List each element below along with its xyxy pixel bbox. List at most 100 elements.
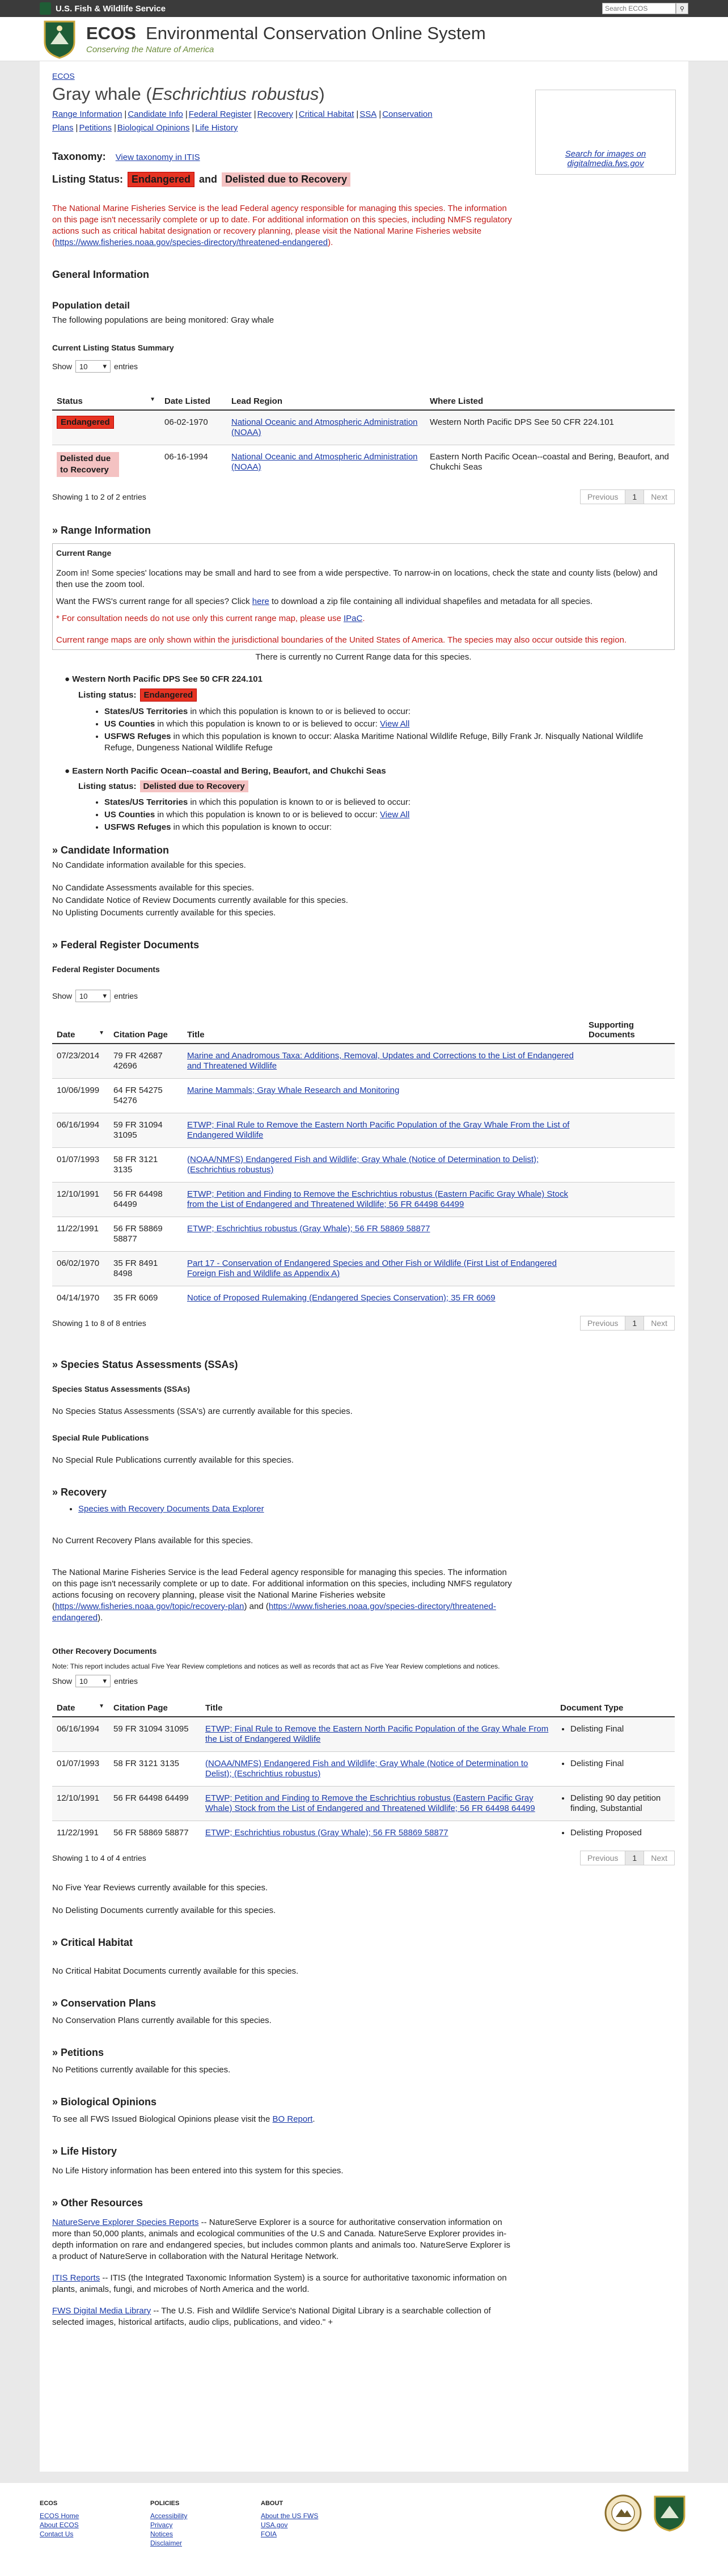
entries-select[interactable]: 10 ▾ xyxy=(75,1675,111,1687)
download-here-link[interactable]: here xyxy=(252,597,269,606)
document-type: Delisting Final xyxy=(570,1724,670,1734)
ipac-link[interactable]: IPaC xyxy=(344,614,362,623)
itis-link[interactable]: ITIS Reports xyxy=(52,2273,100,2283)
nav-link-critical-habitat[interactable]: Critical Habitat xyxy=(299,109,354,119)
col-citation[interactable]: Citation Page xyxy=(109,1695,201,1717)
natureserve-link[interactable]: NatureServe Explorer Species Reports xyxy=(52,2218,198,2227)
next-button[interactable]: Next xyxy=(644,490,674,504)
federal-register-heading: » Federal Register Documents xyxy=(52,939,200,951)
col-date[interactable]: Date ▼ xyxy=(52,1012,109,1044)
footer-link[interactable]: Notices xyxy=(150,2529,261,2539)
footer-link[interactable]: Contact Us xyxy=(40,2529,150,2539)
date-cell: 01/07/1993 xyxy=(52,1751,109,1787)
col-where-listed[interactable]: Where Listed xyxy=(425,388,675,411)
footer-link[interactable]: USA.gov xyxy=(261,2520,371,2529)
document-type: Delisting Proposed xyxy=(570,1828,670,1838)
col-status-label: Status xyxy=(57,396,83,406)
entries-select[interactable]: 10 ▾ xyxy=(75,990,111,1002)
population-details: States/US Territories in which this popu… xyxy=(104,797,675,833)
recovery-plan-link[interactable]: https://www.fisheries.noaa.gov/topic/rec… xyxy=(55,1602,244,1611)
footer-link[interactable]: About the US FWS xyxy=(261,2511,371,2520)
recovery-doc-link[interactable]: ETWP; Eschrichtius robustus (Gray Whale)… xyxy=(205,1828,448,1838)
footer-link[interactable]: About ECOS xyxy=(40,2520,150,2529)
page-1-button[interactable]: 1 xyxy=(625,1851,645,1865)
sort-icon: ▼ xyxy=(150,396,155,403)
footer-link[interactable]: FOIA xyxy=(261,2529,371,2539)
citation-cell: 58 FR 3121 3135 xyxy=(109,1751,201,1787)
page-1-button[interactable]: 1 xyxy=(625,1316,645,1330)
fws-shield-logo-icon[interactable] xyxy=(40,19,79,59)
footer-link[interactable]: Disclaimer xyxy=(150,2539,261,2548)
col-date-listed[interactable]: Date Listed xyxy=(160,388,227,411)
recovery-doc-link[interactable]: ETWP; Petition and Finding to Remove the… xyxy=(205,1793,535,1813)
fws-seal-icon[interactable] xyxy=(651,2494,688,2532)
federal-register-doc-link[interactable]: Marine Mammals; Gray Whale Research and … xyxy=(187,1086,399,1095)
no-range-data: There is currently no Current Range data… xyxy=(255,652,472,662)
date-cell: 01/07/1993 xyxy=(52,1147,109,1183)
recovery-explorer-link[interactable]: Species with Recovery Documents Data Exp… xyxy=(78,1504,264,1514)
col-supporting[interactable]: Supporting Documents xyxy=(584,1012,675,1044)
federal-register-doc-link[interactable]: Marine and Anadromous Taxa: Additions, R… xyxy=(187,1051,574,1071)
noaa-link[interactable]: National Oceanic and Atmospheric Adminis… xyxy=(231,452,418,472)
next-button[interactable]: Next xyxy=(644,1851,674,1865)
citation-cell: 59 FR 31094 31095 xyxy=(109,1113,183,1148)
petitions-heading: » Petitions xyxy=(52,2047,104,2058)
col-lead-region[interactable]: Lead Region xyxy=(227,388,425,411)
col-citation[interactable]: Citation Page xyxy=(109,1012,183,1044)
nav-link-petitions[interactable]: Petitions xyxy=(79,123,112,133)
document-type-cell: Delisting Final xyxy=(556,1751,675,1787)
entries-select[interactable]: 10 ▾ xyxy=(75,360,111,373)
recovery-doc-link[interactable]: ETWP; Final Rule to Remove the Eastern N… xyxy=(205,1724,548,1744)
list-item: USFWS Refuges in which this population i… xyxy=(104,731,675,754)
noaa-link[interactable]: National Oceanic and Atmospheric Adminis… xyxy=(231,417,418,437)
col-status[interactable]: Status ▼ xyxy=(52,388,160,411)
image-search-link[interactable]: Search for images on digitalmedia.fws.go… xyxy=(536,149,675,168)
view-taxonomy-link[interactable]: View taxonomy in ITIS xyxy=(116,153,200,162)
col-date[interactable]: Date ▼ xyxy=(52,1695,109,1717)
nmfs-website-link[interactable]: https://www.fisheries.noaa.gov/species-d… xyxy=(55,238,328,247)
nav-link-ssa[interactable]: SSA xyxy=(359,109,376,119)
nav-link-biological-opinions[interactable]: Biological Opinions xyxy=(117,123,190,133)
col-title[interactable]: Title xyxy=(201,1695,556,1717)
prev-button[interactable]: Previous xyxy=(581,490,625,504)
view-all-counties-link[interactable]: View All xyxy=(380,719,409,729)
nav-link-range-information[interactable]: Range Information xyxy=(52,109,122,119)
federal-register-doc-link[interactable]: ETWP; Eschrichtius robustus (Gray Whale)… xyxy=(187,1224,430,1234)
recovery-doc-link[interactable]: (NOAA/NMFS) Endangered Fish and Wildlife… xyxy=(205,1759,528,1779)
pagination: Previous 1 Next xyxy=(579,1851,675,1865)
col-document-type[interactable]: Document Type xyxy=(556,1695,675,1717)
federal-register-doc-link[interactable]: Part 17 - Conservation of Endangered Spe… xyxy=(187,1259,557,1278)
search-icon[interactable]: ⚲ xyxy=(676,3,688,14)
bo-report-link[interactable]: BO Report xyxy=(273,2114,313,2124)
footer-link[interactable]: Accessibility xyxy=(150,2511,261,2520)
footer-link[interactable]: Privacy xyxy=(150,2520,261,2529)
nav-link-candidate-info[interactable]: Candidate Info xyxy=(128,109,183,119)
nav-link-life-history[interactable]: Life History xyxy=(195,123,238,133)
federal-register-doc-link[interactable]: ETWP; Final Rule to Remove the Eastern N… xyxy=(187,1120,569,1140)
nav-separator: | xyxy=(295,109,298,119)
federal-register-doc-link[interactable]: (NOAA/NMFS) Endangered Fish and Wildlife… xyxy=(187,1155,539,1175)
listing-table-footer: Showing 1 to 2 of 2 entries Previous 1 N… xyxy=(52,489,675,504)
breadcrumb-ecos-link[interactable]: ECOS xyxy=(52,71,75,81)
search-input[interactable] xyxy=(602,3,676,14)
page-1-button[interactable]: 1 xyxy=(625,490,645,504)
col-title[interactable]: Title xyxy=(183,1012,584,1044)
nav-link-recovery[interactable]: Recovery xyxy=(257,109,293,119)
recovery-heading: » Recovery xyxy=(52,1487,107,1498)
digital-media-link[interactable]: FWS Digital Media Library xyxy=(52,2306,151,2316)
doi-seal-icon[interactable] xyxy=(604,2494,642,2532)
footer-link[interactable]: ECOS Home xyxy=(40,2511,150,2520)
view-all-counties-link[interactable]: View All xyxy=(380,810,409,820)
prev-button[interactable]: Previous xyxy=(581,1851,625,1865)
federal-register-doc-link[interactable]: Notice of Proposed Rulemaking (Endangere… xyxy=(187,1293,496,1303)
consultation-text-b: . xyxy=(362,614,365,623)
federal-register-doc-link[interactable]: ETWP; Petition and Finding to Remove the… xyxy=(187,1189,568,1209)
title-cell: Part 17 - Conservation of Endangered Spe… xyxy=(183,1251,584,1286)
conservation-plans-heading: » Conservation Plans xyxy=(52,1998,156,2009)
next-button[interactable]: Next xyxy=(644,1316,674,1330)
region-cell: National Oceanic and Atmospheric Adminis… xyxy=(227,445,425,484)
status-badge-endangered: Endangered xyxy=(57,416,114,429)
nav-link-federal-register[interactable]: Federal Register xyxy=(189,109,252,119)
status-badge-delisted: Delisted due to Recovery xyxy=(57,452,119,477)
prev-button[interactable]: Previous xyxy=(581,1316,625,1330)
